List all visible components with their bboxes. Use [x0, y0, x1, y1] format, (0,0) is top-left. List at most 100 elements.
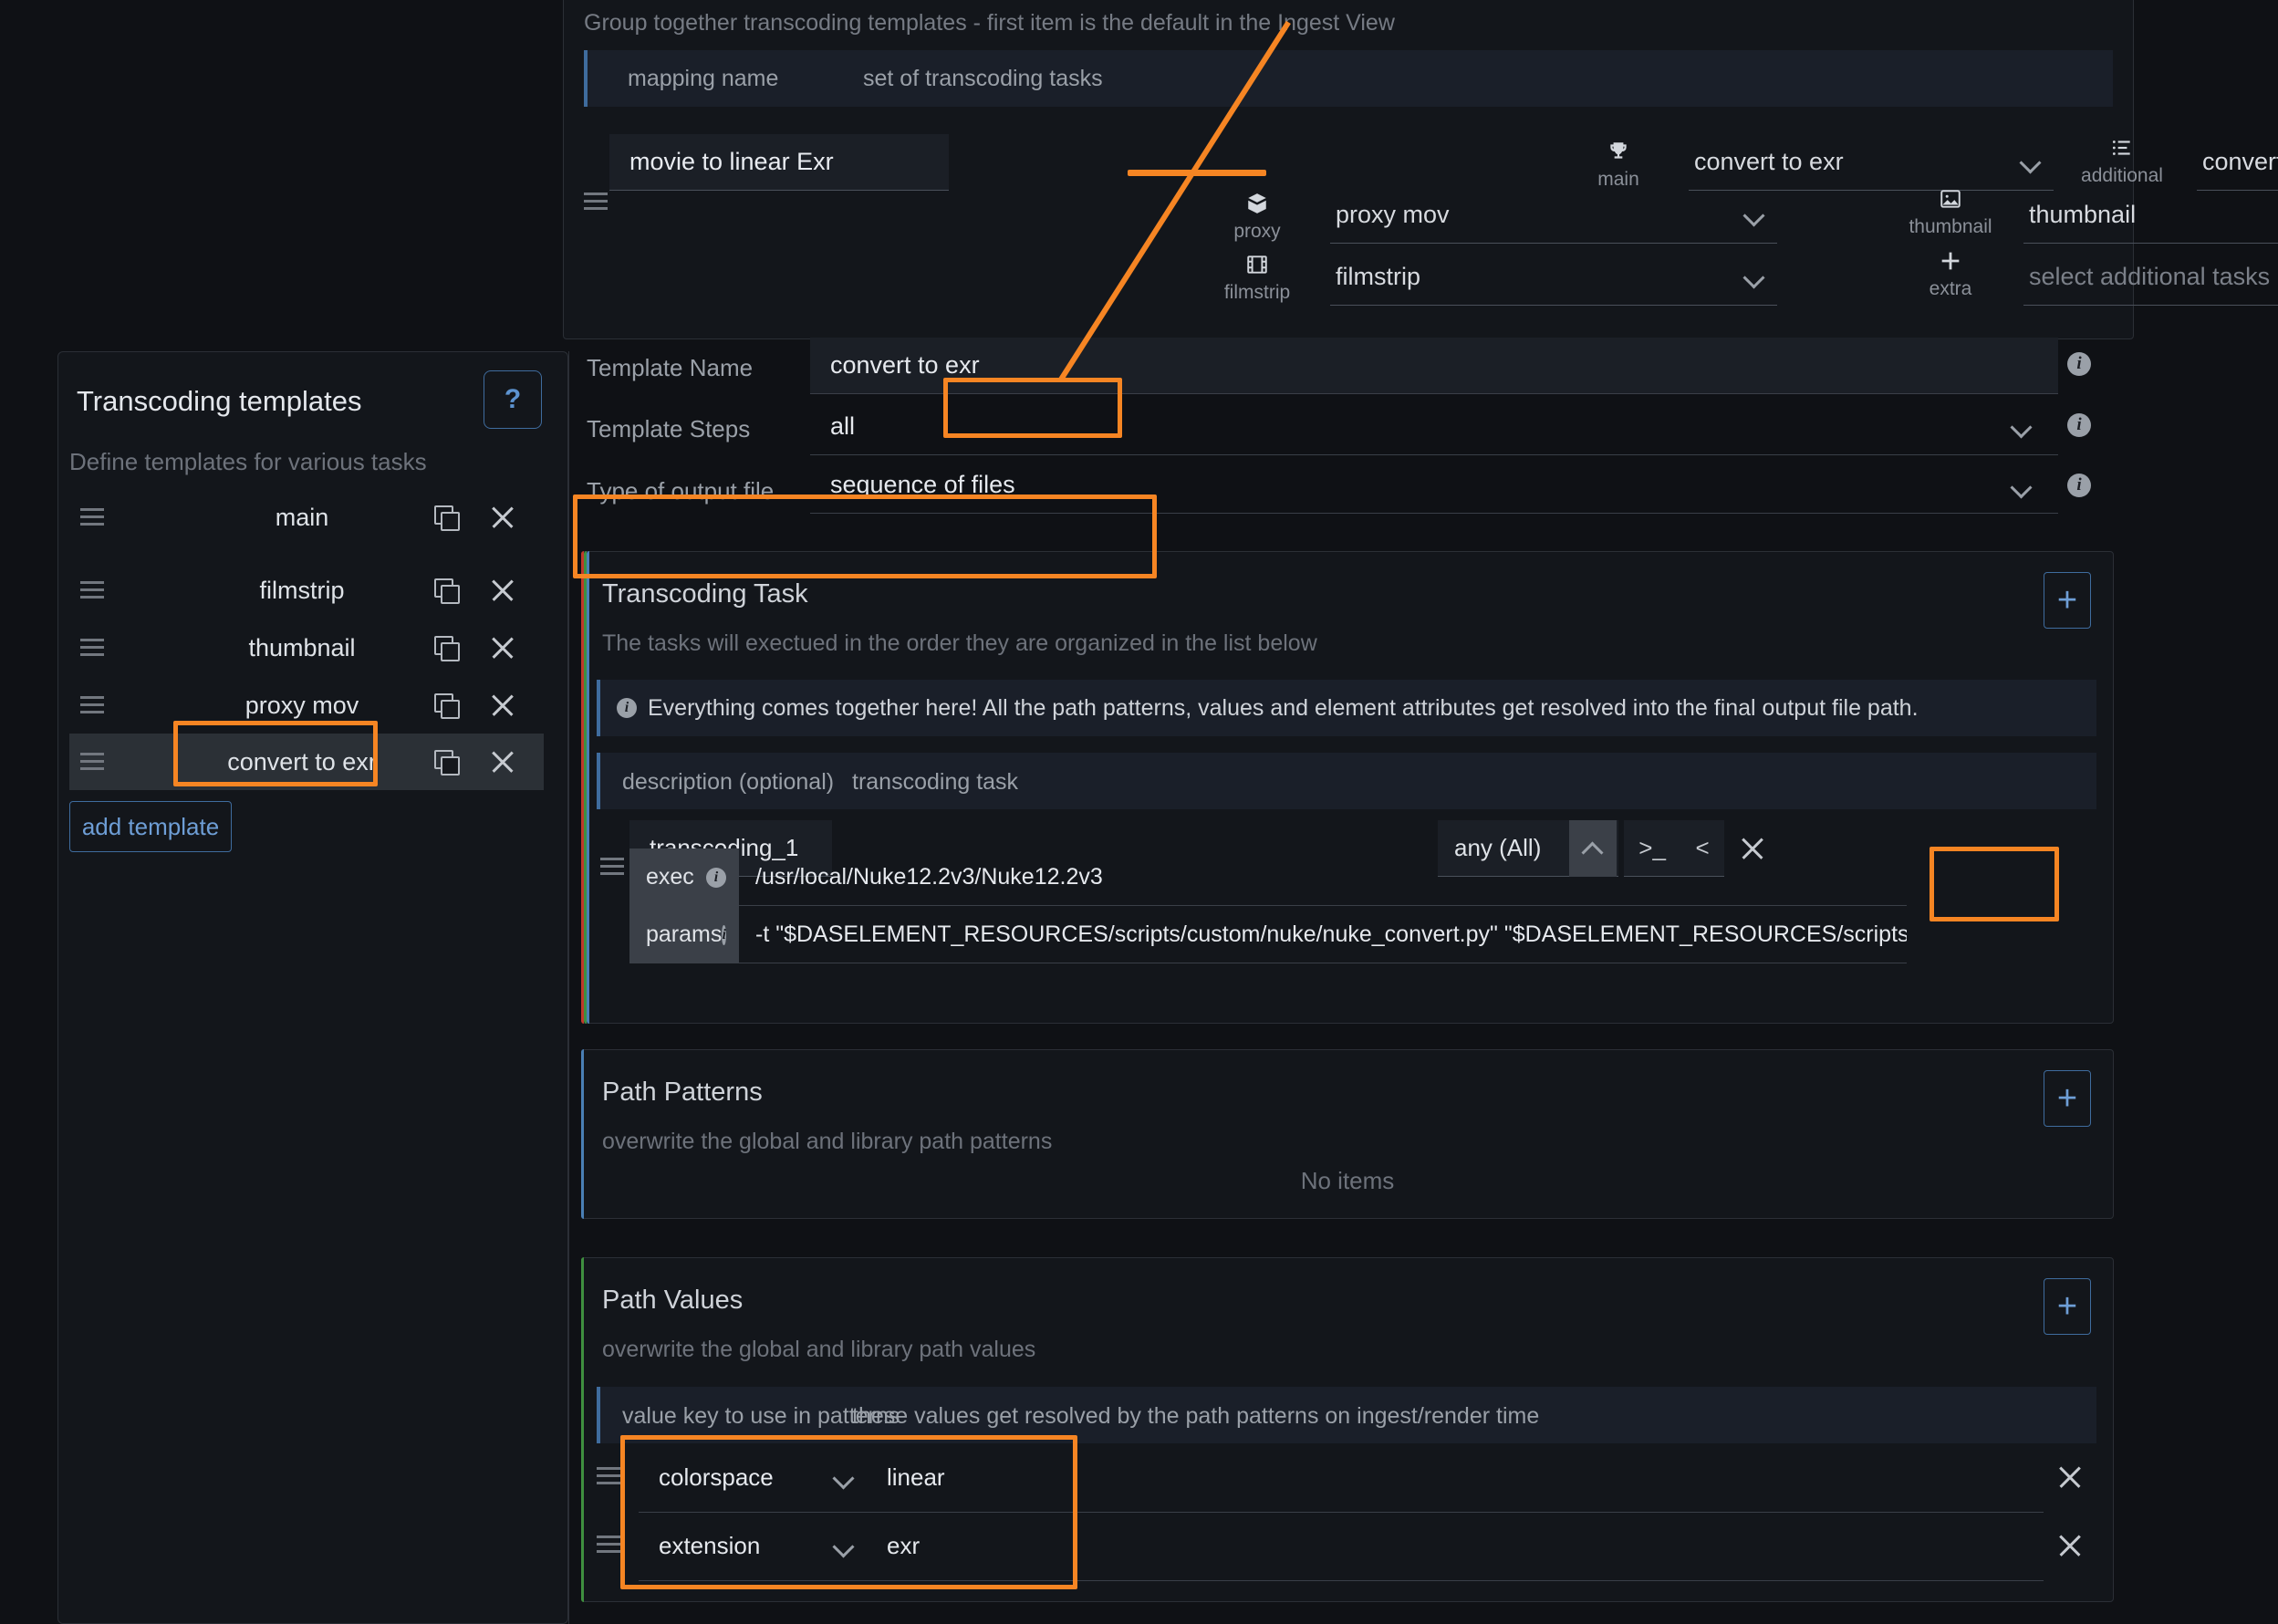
filmstrip-task-select[interactable]: filmstrip: [1330, 249, 1777, 306]
duplicate-icon[interactable]: [434, 505, 460, 531]
transcoding-task-description: The tasks will exectued in the order the…: [602, 630, 1317, 656]
delete-icon[interactable]: [2056, 1532, 2084, 1559]
path-values-title: Path Values: [602, 1286, 744, 1315]
extra-task-select[interactable]: select additional tasks: [2023, 249, 2278, 306]
drag-handle-icon[interactable]: [80, 696, 104, 714]
sidebar-item-thumbnail[interactable]: thumbnail: [69, 619, 544, 676]
chevron-down-icon[interactable]: [834, 1468, 854, 1488]
add-path-pattern-button[interactable]: +: [2044, 1070, 2091, 1127]
extra-caption: extra: [1929, 278, 1972, 299]
main-slot-icon-column: main: [1564, 138, 1673, 191]
drag-handle-icon[interactable]: [597, 1536, 620, 1554]
chevron-down-icon[interactable]: [1744, 267, 1764, 287]
exec-value[interactable]: /usr/local/Nuke12.2v3/Nuke12.2v3: [739, 848, 1907, 906]
stripe-blue: [587, 551, 589, 1024]
th-value: these values get resolved by the path pa…: [852, 1403, 1540, 1429]
params-label: params: [646, 921, 723, 947]
path-patterns-description: overwrite the global and library path pa…: [602, 1129, 1053, 1154]
mapping-header-tasks: set of transcoding tasks: [863, 65, 1103, 91]
add-template-button[interactable]: add template: [69, 801, 232, 852]
thumbnail-task-value: thumbnail: [2029, 201, 2137, 228]
info-icon[interactable]: i: [706, 867, 726, 888]
drag-handle-icon[interactable]: [597, 1467, 620, 1485]
delete-icon[interactable]: [2056, 1463, 2084, 1491]
mapping-table-header: mapping name set of transcoding tasks: [584, 50, 2113, 107]
info-icon[interactable]: i: [2067, 474, 2091, 497]
plus-icon: [1896, 247, 2005, 275]
extra-task-placeholder: select additional tasks: [2029, 263, 2271, 290]
duplicate-icon[interactable]: [434, 636, 460, 661]
info-icon[interactable]: i: [2067, 413, 2091, 437]
chevron-down-icon[interactable]: [834, 1536, 854, 1556]
drag-handle-icon[interactable]: [80, 639, 104, 657]
add-path-value-button[interactable]: +: [2044, 1278, 2091, 1335]
mapping-panel-subtitle: Group together transcoding templates - f…: [584, 10, 1395, 36]
additional-caption: additional: [2081, 165, 2163, 186]
transcoding-task-title: Transcoding Task: [602, 579, 808, 609]
delete-icon[interactable]: [489, 504, 516, 531]
extra-slot-icon-column: extra: [1896, 247, 2005, 300]
path-value-key-select[interactable]: colorspace: [639, 1443, 867, 1513]
template-label: proxy mov: [244, 691, 359, 719]
path-value-key-select[interactable]: extension: [639, 1512, 867, 1581]
chevron-down-icon[interactable]: [2021, 152, 2041, 172]
filmstrip-caption: filmstrip: [1223, 282, 1291, 303]
chevron-down-icon[interactable]: [2012, 477, 2032, 497]
output-type-label: Type of output file: [587, 477, 775, 505]
main-task-select[interactable]: convert to exr: [1689, 134, 2054, 191]
template-name-input[interactable]: convert to exr: [810, 338, 2058, 394]
proxy-task-value: proxy mov: [1336, 201, 1450, 228]
info-icon[interactable]: i: [2067, 352, 2091, 376]
sidebar-item-convert-to-exr[interactable]: convert to exr: [69, 734, 544, 790]
drag-handle-icon[interactable]: [80, 581, 104, 599]
path-value-input[interactable]: linear: [867, 1443, 2044, 1513]
drag-handle-icon[interactable]: [600, 858, 624, 876]
sidebar-item-proxy-mov[interactable]: proxy mov: [69, 677, 544, 734]
sidebar-item-filmstrip[interactable]: filmstrip: [69, 562, 544, 619]
additional-slot-icon-column: additional: [2067, 134, 2177, 187]
proxy-task-select[interactable]: proxy mov: [1330, 187, 1777, 244]
package-icon: [1202, 190, 1312, 217]
proxy-caption: proxy: [1233, 221, 1281, 242]
mapping-row: movie to linear Exr main convert to exr: [564, 121, 2278, 331]
duplicate-icon[interactable]: [434, 693, 460, 719]
transcoding-task-info-note: i Everything comes together here! All th…: [597, 680, 2096, 736]
filmstrip-task-value: filmstrip: [1336, 263, 1420, 290]
main-task-value: convert to exr: [1694, 148, 1844, 175]
chevron-down-icon[interactable]: [1744, 205, 1764, 225]
output-type-select[interactable]: sequence of files: [810, 457, 2058, 514]
sidebar-item-main[interactable]: main: [69, 489, 544, 546]
additional-task-select[interactable]: convert to exr: [2197, 134, 2278, 191]
additional-task-value: convert to exr: [2202, 148, 2278, 175]
th-description: description (optional): [622, 769, 835, 795]
delete-icon[interactable]: [489, 634, 516, 661]
path-values-description: overwrite the global and library path va…: [602, 1337, 1036, 1362]
drag-handle-icon[interactable]: [584, 193, 608, 211]
mapping-panel: Group together transcoding templates - f…: [563, 0, 2278, 339]
drag-handle-icon[interactable]: [80, 753, 104, 771]
template-name-label: Template Name: [587, 354, 754, 381]
delete-icon[interactable]: [489, 692, 516, 719]
mapping-name-input[interactable]: movie to linear Exr: [609, 134, 949, 191]
help-button[interactable]: ?: [484, 370, 542, 429]
info-icon[interactable]: i: [722, 924, 726, 945]
template-label: convert to exr: [227, 747, 377, 776]
path-value-row: colorspace linear: [597, 1443, 2096, 1513]
add-transcoding-task-button[interactable]: +: [2044, 572, 2091, 629]
th-task: transcoding task: [852, 769, 1019, 795]
params-value[interactable]: -t "$DASELEMENT_RESOURCES/scripts/custom…: [739, 906, 1907, 963]
drag-handle-icon[interactable]: [80, 508, 104, 526]
stripe-green: [581, 1257, 584, 1602]
thumbnail-task-select[interactable]: thumbnail: [2023, 187, 2278, 244]
chevron-down-icon[interactable]: [2012, 417, 2032, 437]
path-value-key: extension: [659, 1532, 761, 1559]
thumbnail-caption: thumbnail: [1909, 216, 1992, 237]
sidebar-description: Define templates for various tasks: [69, 448, 427, 475]
output-type-row: Type of output file sequence of files i: [568, 439, 2137, 526]
info-icon: i: [617, 698, 637, 718]
duplicate-icon[interactable]: [434, 578, 460, 604]
delete-icon[interactable]: [489, 577, 516, 604]
duplicate-icon[interactable]: [434, 750, 460, 776]
delete-icon[interactable]: [489, 748, 516, 776]
path-value-input[interactable]: exr: [867, 1512, 2044, 1581]
